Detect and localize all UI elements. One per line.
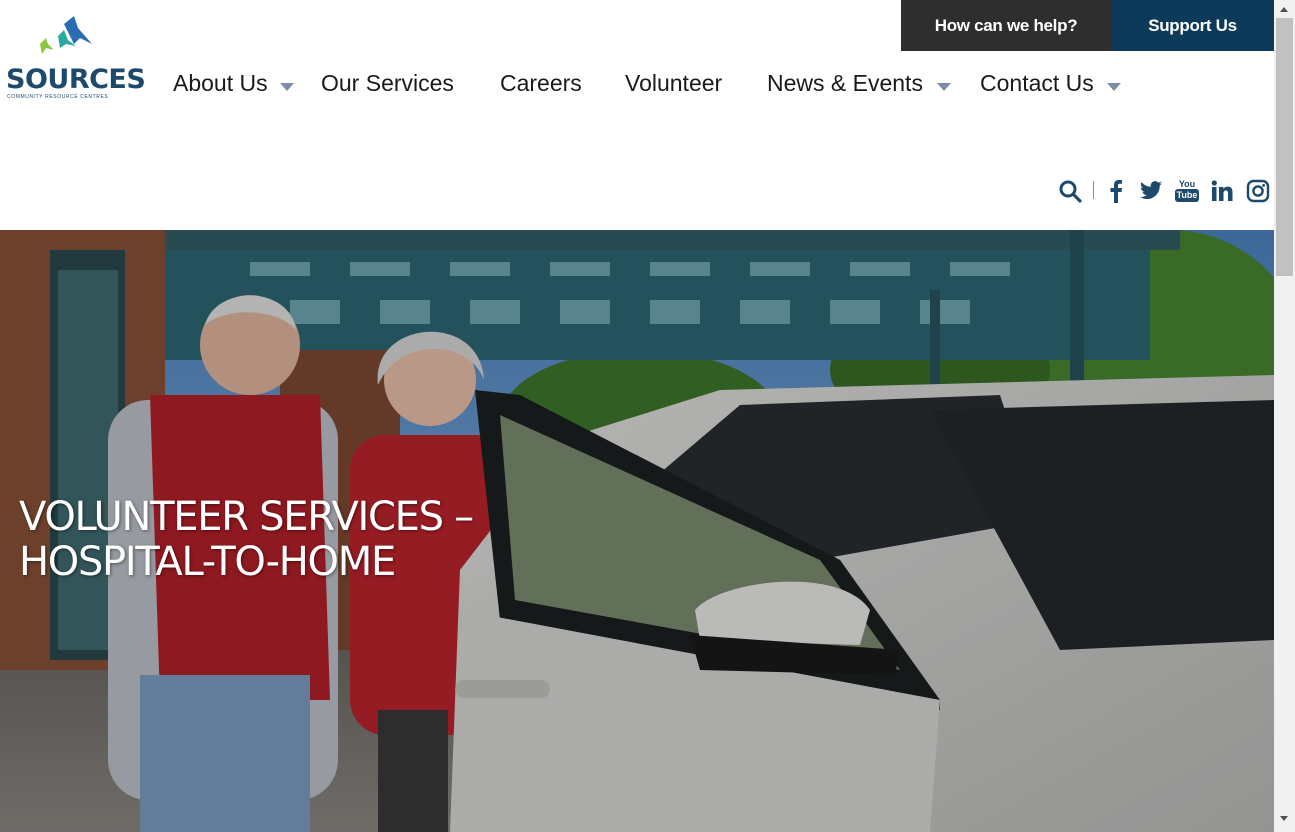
hero-banner: VOLUNTEER SERVICES – HOSPITAL-TO-HOME (0, 230, 1274, 832)
nav-about-us[interactable]: About Us (173, 70, 268, 97)
nav-our-services[interactable]: Our Services (321, 70, 454, 97)
site-header: SOURCES COMMUNITY RESOURCE CENTRES About… (0, 0, 1274, 230)
page-scrollbar[interactable] (1274, 0, 1295, 832)
linkedin-icon[interactable] (1209, 177, 1235, 205)
contact-us-dropdown-icon[interactable] (1107, 83, 1121, 91)
nav-news-events[interactable]: News & Events (767, 70, 923, 97)
support-us-button[interactable]: Support Us (1111, 0, 1274, 51)
instagram-icon[interactable] (1245, 177, 1271, 205)
how-can-we-help-button[interactable]: How can we help? (901, 0, 1111, 51)
nav-volunteer[interactable]: Volunteer (625, 70, 722, 97)
youtube-icon-top-text: You (1178, 179, 1196, 189)
youtube-icon-bottom-text: Tube (1174, 189, 1200, 202)
news-events-dropdown-icon[interactable] (937, 83, 951, 91)
youtube-icon[interactable]: You Tube (1174, 177, 1200, 205)
nav-careers[interactable]: Careers (500, 70, 582, 97)
hero-title: VOLUNTEER SERVICES – HOSPITAL-TO-HOME (19, 494, 474, 585)
scroll-down-arrow-icon[interactable] (1280, 816, 1288, 821)
logo-tagline: COMMUNITY RESOURCE CENTRES (7, 94, 109, 100)
social-divider (1093, 181, 1094, 199)
search-icon[interactable] (1057, 177, 1083, 205)
hero-title-line-1: VOLUNTEER SERVICES – (19, 494, 474, 540)
about-us-dropdown-icon[interactable] (280, 83, 294, 91)
site-logo[interactable]: SOURCES COMMUNITY RESOURCE CENTRES (4, 14, 146, 104)
nav-contact-us[interactable]: Contact Us (980, 70, 1094, 97)
scrollbar-thumb[interactable] (1276, 18, 1293, 276)
facebook-icon[interactable] (1103, 177, 1129, 205)
birds-logo-icon (40, 16, 92, 54)
scroll-up-arrow-icon[interactable] (1280, 7, 1288, 12)
hero-title-line-2: HOSPITAL-TO-HOME (19, 539, 396, 585)
logo-wordmark: SOURCES (6, 64, 146, 95)
twitter-icon[interactable] (1138, 177, 1164, 205)
